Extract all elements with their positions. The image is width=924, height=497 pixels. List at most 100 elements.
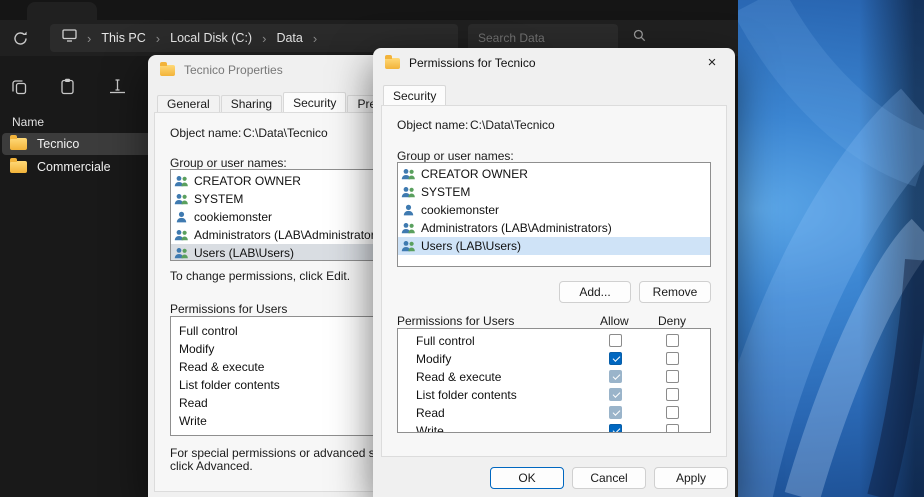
allow-column-header: Allow	[600, 314, 629, 328]
folder-icon	[385, 58, 400, 69]
chevron-right-icon: ›	[87, 31, 91, 46]
desktop: › This PC › Local Disk (C:) › Data ›	[0, 0, 924, 497]
object-name-label: Object name:	[397, 118, 468, 132]
group-icon	[174, 247, 189, 259]
explorer-tab-strip	[0, 0, 738, 20]
group-name: CREATOR OWNER	[194, 174, 301, 188]
tab-security[interactable]: Security	[383, 85, 446, 105]
chevron-right-icon: ›	[262, 31, 266, 46]
folder-icon	[10, 161, 27, 173]
edit-hint: To change permissions, click Edit.	[170, 269, 350, 283]
group-name: cookiemonster	[194, 210, 272, 224]
group-list-item[interactable]: Administrators (LAB\Administrators)	[398, 219, 710, 237]
search-icon[interactable]	[633, 29, 646, 47]
permission-row: Read	[398, 404, 710, 422]
explorer-tab[interactable]	[27, 2, 97, 20]
permissions-dialog-tabs: Security	[383, 84, 447, 105]
group-icon	[174, 229, 189, 241]
user-icon	[174, 211, 189, 223]
group-name: CREATOR OWNER	[421, 167, 528, 181]
permissions-label: Permissions for Users	[170, 302, 287, 316]
ok-button[interactable]: OK	[490, 467, 564, 489]
group-icon	[174, 193, 189, 205]
group-name: Users (LAB\Users)	[421, 239, 521, 253]
object-name-label: Object name:	[170, 126, 241, 140]
group-list: CREATOR OWNER SYSTEM cookiemonster Admin…	[397, 162, 711, 267]
permission-name: List folder contents	[416, 388, 517, 402]
user-icon	[401, 204, 416, 216]
group-list-item-selected[interactable]: Users (LAB\Users)	[398, 237, 710, 255]
group-icon	[401, 240, 416, 252]
folder-name: Tecnico	[37, 137, 79, 151]
group-names-label: Group or user names:	[170, 156, 287, 170]
allow-checkbox[interactable]	[609, 388, 622, 401]
permissions-dialog-titlebar[interactable]: Permissions for Tecnico	[373, 48, 735, 78]
permission-name: Read	[416, 406, 445, 420]
group-name: Administrators (LAB\Administrators)	[421, 221, 612, 235]
close-icon[interactable]: ×	[697, 51, 727, 75]
allow-checkbox[interactable]	[609, 370, 622, 383]
search-input[interactable]	[478, 31, 633, 45]
permission-name: Read & execute	[416, 370, 501, 384]
allow-checkbox[interactable]	[609, 352, 622, 365]
tab-sharing[interactable]: Sharing	[221, 95, 282, 112]
group-list-item[interactable]: cookiemonster	[398, 201, 710, 219]
permissions-dialog: Permissions for Tecnico × Security Objec…	[373, 48, 735, 497]
add-button[interactable]: Add...	[559, 281, 631, 303]
permissions-dialog-title: Permissions for Tecnico	[409, 56, 536, 70]
object-name-value: C:\Data\Tecnico	[243, 126, 328, 140]
group-icon	[401, 168, 416, 180]
refresh-icon[interactable]	[12, 30, 29, 47]
group-list-item[interactable]: SYSTEM	[398, 183, 710, 201]
permission-row: Modify	[398, 350, 710, 368]
permission-row: Full control	[398, 332, 710, 350]
permission-name: Modify	[416, 352, 451, 366]
cancel-button[interactable]: Cancel	[572, 467, 646, 489]
group-list-item[interactable]: CREATOR OWNER	[398, 165, 710, 183]
group-names-label: Group or user names:	[397, 149, 514, 163]
group-icon	[401, 222, 416, 234]
folder-icon	[160, 65, 175, 76]
deny-checkbox[interactable]	[666, 406, 679, 419]
deny-checkbox[interactable]	[666, 352, 679, 365]
permission-row: Write	[398, 422, 710, 433]
group-name: cookiemonster	[421, 203, 499, 217]
chevron-right-icon: ›	[313, 31, 317, 46]
deny-checkbox[interactable]	[666, 334, 679, 347]
copy-icon[interactable]	[10, 77, 29, 96]
deny-checkbox[interactable]	[666, 424, 679, 433]
breadcrumb-this-pc[interactable]: This PC	[101, 31, 145, 45]
breadcrumb-data[interactable]: Data	[276, 31, 302, 45]
paste-icon[interactable]	[58, 77, 77, 96]
properties-dialog-title: Tecnico Properties	[184, 63, 283, 77]
group-name: SYSTEM	[194, 192, 243, 206]
allow-checkbox[interactable]	[609, 334, 622, 347]
group-name: Administrators (LAB\Administrators)	[194, 228, 385, 242]
tab-security[interactable]: Security	[283, 92, 346, 112]
advanced-hint-line2: click Advanced.	[170, 459, 253, 473]
permissions-list: Full control Modify Read & execute List …	[397, 328, 711, 433]
group-icon	[174, 175, 189, 187]
deny-checkbox[interactable]	[666, 388, 679, 401]
allow-checkbox[interactable]	[609, 424, 622, 433]
column-header-name[interactable]: Name	[12, 115, 44, 129]
this-pc-icon	[62, 29, 77, 47]
tab-general[interactable]: General	[157, 95, 220, 112]
remove-button[interactable]: Remove	[639, 281, 711, 303]
allow-checkbox[interactable]	[609, 406, 622, 419]
chevron-right-icon: ›	[156, 31, 160, 46]
folder-icon	[10, 138, 27, 150]
permission-name: Write	[416, 424, 444, 433]
breadcrumb-local-disk[interactable]: Local Disk (C:)	[170, 31, 252, 45]
group-icon	[401, 186, 416, 198]
permissions-label: Permissions for Users	[397, 314, 514, 328]
permission-row: List folder contents	[398, 386, 710, 404]
group-name: Users (LAB\Users)	[194, 246, 294, 260]
permission-name: Full control	[416, 334, 475, 348]
rename-icon[interactable]	[108, 77, 127, 96]
deny-checkbox[interactable]	[666, 370, 679, 383]
object-name-value: C:\Data\Tecnico	[470, 118, 555, 132]
apply-button[interactable]: Apply	[654, 467, 728, 489]
folder-name: Commerciale	[37, 160, 111, 174]
permission-row: Read & execute	[398, 368, 710, 386]
